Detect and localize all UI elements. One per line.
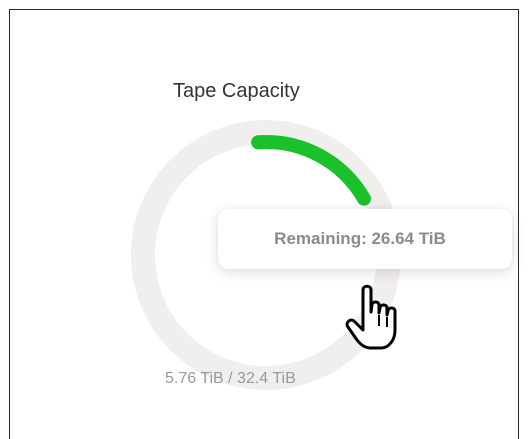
capacity-caption: 5.76 TiB / 32.4 TiB xyxy=(165,370,296,387)
hand-pointer-icon xyxy=(345,284,397,350)
remaining-tooltip: Remaining: 26.64 TiB xyxy=(218,209,512,269)
tooltip-text: Remaining: 26.64 TiB xyxy=(274,229,446,248)
